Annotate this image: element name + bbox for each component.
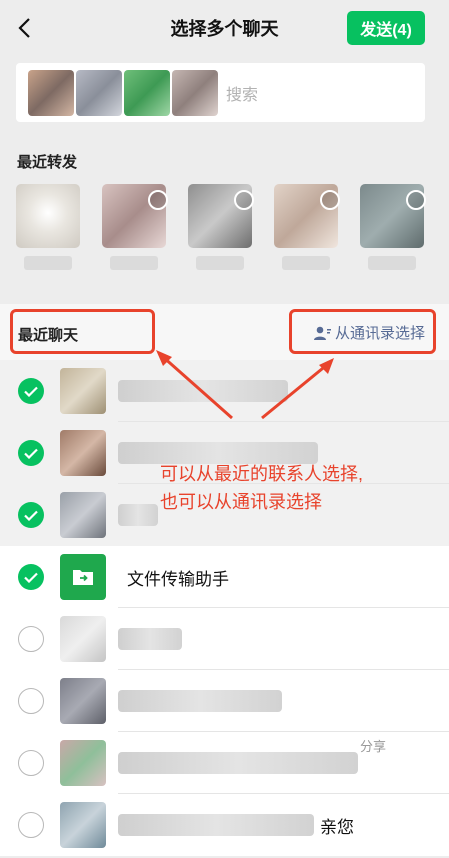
list-item[interactable] [0,670,449,732]
list-item[interactable]: 分享 [0,732,449,794]
back-button[interactable] [8,12,40,44]
avatar [60,616,106,662]
recent-forward-name [368,256,416,270]
blurred-name [118,814,314,836]
chat-name: 文件传输助手 [127,569,229,589]
selected-avatar[interactable] [76,69,122,116]
unchecked-icon[interactable] [18,688,44,714]
avatar [60,802,106,848]
checked-icon[interactable] [18,502,44,528]
select-radio[interactable] [406,190,426,210]
blurred-name [118,690,282,712]
recent-forward-item[interactable] [14,184,100,274]
avatar [60,678,106,724]
list-item[interactable]: 亲您 [0,794,449,856]
selected-avatar[interactable] [28,69,74,116]
recent-forward-item[interactable] [358,184,444,274]
checked-icon[interactable] [18,440,44,466]
recent-forward-name [282,256,330,270]
checked-icon[interactable] [18,564,44,590]
blurred-name [118,380,288,402]
recent-forward-item[interactable] [100,184,186,274]
list-item[interactable]: 文件传输助手 [0,546,449,608]
avatar [16,184,80,248]
avatar [60,430,106,476]
avatar [60,740,106,786]
recent-forward-item[interactable] [186,184,272,274]
blurred-name [118,752,358,774]
chat-name-suffix: 亲您 [320,817,354,837]
recent-forward-name [110,256,158,270]
annotation-line-1: 可以从最近的联系人选择, [160,464,363,484]
unchecked-icon[interactable] [18,750,44,776]
send-button[interactable]: 发送(4) [347,11,425,45]
chat-list: 文件传输助手 分享 亲您 [0,360,449,856]
page-title: 选择多个聊天 [170,19,279,39]
file-transfer-icon [60,554,106,600]
annotation-text: 可以从最近的联系人选择, 也可以从通讯录选择 [160,460,363,516]
recent-forward-name [24,256,72,270]
recent-forward-name [196,256,244,270]
select-radio[interactable] [234,190,254,210]
blurred-name [118,504,158,526]
unchecked-icon[interactable] [18,626,44,652]
avatar [60,368,106,414]
checked-icon[interactable] [18,378,44,404]
chevron-left-icon [18,18,30,38]
recent-forward-label: 最近转发 [17,154,78,171]
blurred-name [118,628,182,650]
select-radio[interactable] [320,190,340,210]
selected-avatar[interactable] [124,69,170,116]
select-radio[interactable] [148,190,168,210]
search-placeholder: 搜索 [226,86,259,104]
annotation-line-2: 也可以从通讯录选择 [160,492,322,512]
recent-forward-item[interactable] [272,184,358,274]
unchecked-icon[interactable] [18,812,44,838]
list-item[interactable] [0,608,449,670]
recent-forward-list [14,184,449,274]
list-item[interactable] [0,360,449,422]
avatar [60,492,106,538]
highlight-recent-chats [10,309,155,354]
search-input[interactable]: 搜索 [16,63,425,122]
chat-name-suffix: 分享 [360,739,387,754]
selected-avatar[interactable] [172,69,218,116]
highlight-contacts-link [289,309,436,354]
top-bar: 选择多个聊天 发送(4) [0,0,449,56]
